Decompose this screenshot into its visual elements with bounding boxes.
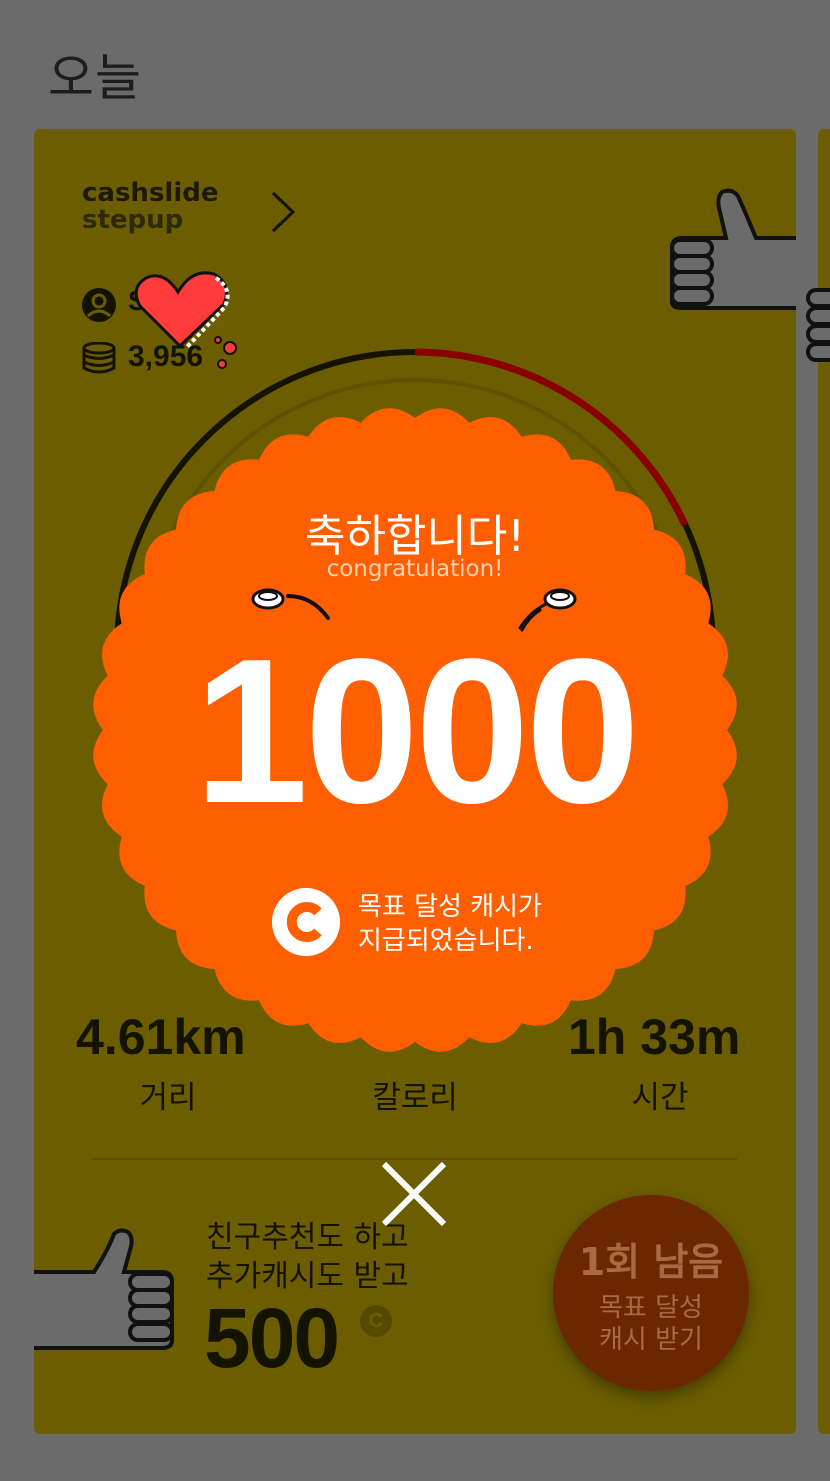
- close-icon[interactable]: [378, 1158, 450, 1230]
- page-title: 오늘: [48, 49, 142, 107]
- reward-amount: 1000: [193, 616, 640, 846]
- stat-calorie-label: 칼로리: [372, 1080, 458, 1116]
- reward-message: 목표 달성 캐시가 지급되었습니다.: [358, 890, 542, 958]
- claim-line2: 캐시 받기: [599, 1325, 703, 1355]
- brand-logo[interactable]: cashslide stepup: [82, 180, 219, 234]
- thumbs-up-icon: [34, 1228, 174, 1350]
- reward-message-line2: 지급되었습니다.: [358, 926, 534, 956]
- reward-message-line1: 목표 달성 캐시가: [358, 892, 542, 922]
- user-icon: [82, 288, 116, 322]
- thumbs-up-icon: [670, 188, 796, 310]
- promo-currency-icon: C: [360, 1305, 392, 1337]
- cash-c-icon: [272, 888, 340, 956]
- stat-distance-label: 거리: [139, 1080, 197, 1116]
- claim-remaining: 1회 남음: [578, 1240, 724, 1284]
- promo-amount: 500: [204, 1291, 340, 1385]
- promo-line2: 추가캐시도 받고: [206, 1259, 409, 1294]
- thumbs-up-icon-peek: [806, 288, 830, 362]
- stat-time-label: 시간: [631, 1080, 689, 1116]
- claim-cash-button[interactable]: 1회 남음 목표 달성 캐시 받기: [553, 1195, 749, 1391]
- popup-title: 축하합니다!: [304, 511, 526, 562]
- popup-subtitle: congratulation!: [326, 556, 504, 582]
- brand-line2: stepup: [82, 205, 184, 235]
- brand-line1: cashslide: [82, 178, 219, 208]
- chevron-right-icon[interactable]: [268, 190, 298, 234]
